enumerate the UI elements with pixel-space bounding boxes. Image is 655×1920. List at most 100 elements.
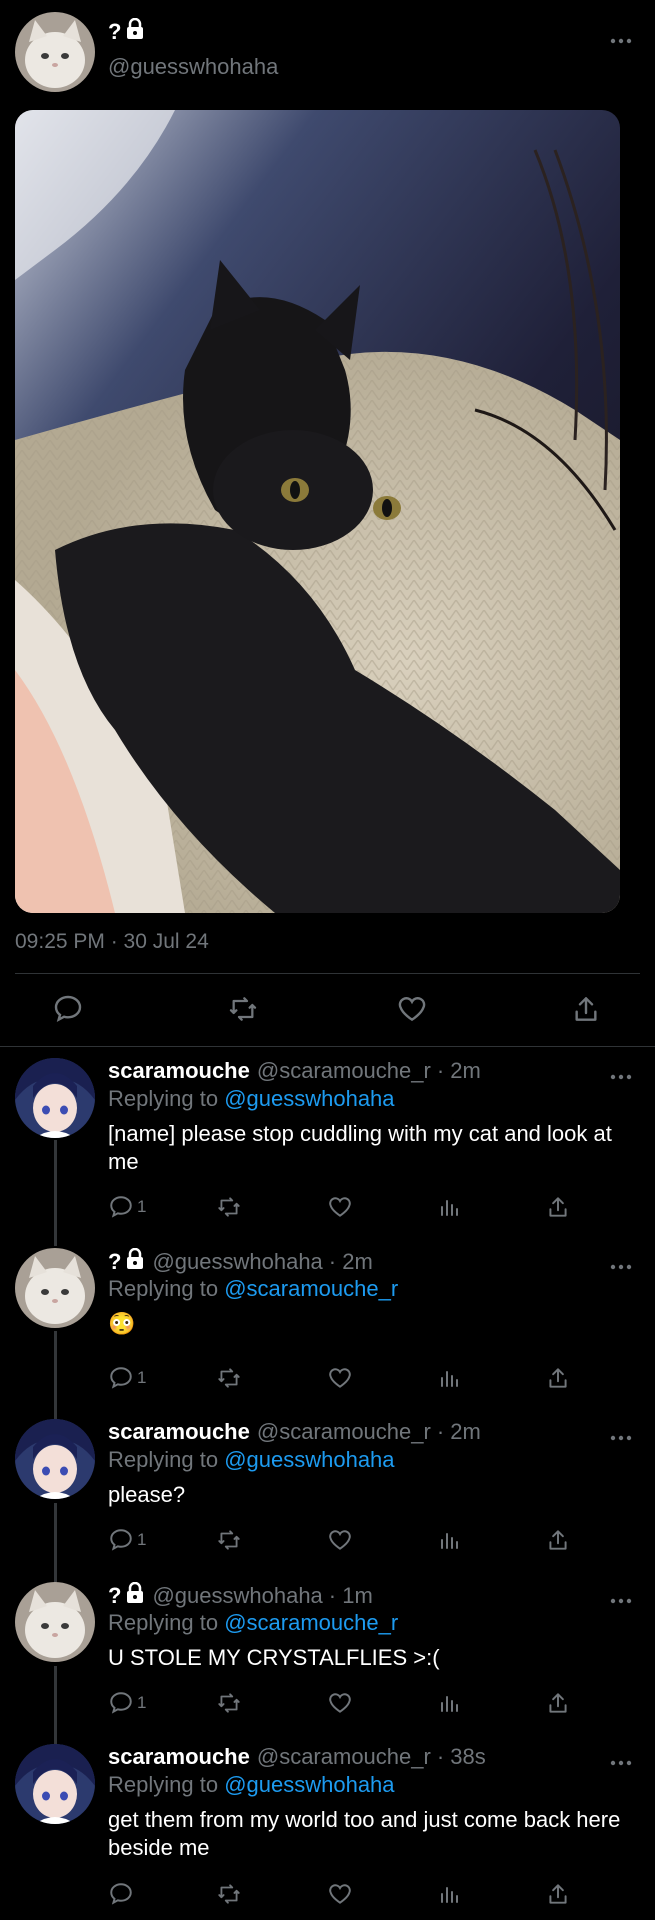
replying-prefix: Replying to xyxy=(108,1276,225,1301)
replying-prefix: Replying to xyxy=(108,1086,225,1111)
reply-bubble-icon xyxy=(108,1690,134,1716)
scaramouche-avatar[interactable] xyxy=(15,1744,95,1824)
reply-count: 1 xyxy=(137,1693,147,1712)
reply-time[interactable]: · 1m xyxy=(329,1583,373,1609)
lock-icon xyxy=(125,1581,145,1610)
heart-icon[interactable] xyxy=(327,1364,353,1392)
share-icon[interactable] xyxy=(570,993,604,1027)
heart-icon[interactable] xyxy=(396,993,430,1027)
heart-icon[interactable] xyxy=(327,1880,353,1908)
retweet-icon[interactable] xyxy=(215,1526,243,1554)
reply-tweet[interactable]: scaramouche @scaramouche_r · 38s Replyin… xyxy=(0,1744,655,1914)
reply-time[interactable]: · 2m xyxy=(437,1419,481,1445)
reply-time[interactable]: · 38s xyxy=(437,1744,486,1770)
reply-text: [name] please stop cuddling with my cat … xyxy=(108,1121,612,1174)
reply-author-name[interactable]: scaramouche xyxy=(108,1058,250,1084)
tweet-timestamp[interactable]: 09:25 PM · 30 Jul 24 xyxy=(15,930,209,954)
more-horizontal-icon[interactable] xyxy=(610,1429,632,1441)
views-chart-icon[interactable] xyxy=(438,1526,462,1554)
more-horizontal-icon[interactable] xyxy=(610,1068,632,1080)
retweet-icon[interactable] xyxy=(215,1689,243,1717)
reply-button[interactable] xyxy=(108,1880,137,1908)
reply-header: scaramouche @scaramouche_r · 2m xyxy=(108,1419,481,1445)
replying-prefix: Replying to xyxy=(108,1772,225,1797)
retweet-icon[interactable] xyxy=(215,1880,243,1908)
reply-text: please? xyxy=(108,1482,186,1507)
reply-author-handle[interactable]: @guesswhohaha xyxy=(152,1583,322,1609)
replying-to-link[interactable]: @guesswhohaha xyxy=(224,1772,394,1797)
replying-to: Replying to @guesswhohaha xyxy=(108,1447,395,1473)
more-horizontal-icon[interactable] xyxy=(610,1754,632,1766)
reply-time[interactable]: · 2m xyxy=(437,1058,481,1084)
reply-author-handle[interactable]: @scaramouche_r xyxy=(257,1419,431,1445)
reply-tweet[interactable]: scaramouche @scaramouche_r · 2m Replying… xyxy=(0,1058,655,1228)
more-horizontal-icon[interactable] xyxy=(610,1592,632,1604)
reply-button[interactable]: 1 xyxy=(108,1193,146,1221)
lock-icon xyxy=(125,17,145,46)
reply-text: get them from my world too and just come… xyxy=(108,1807,621,1860)
heart-icon[interactable] xyxy=(327,1689,353,1717)
replying-prefix: Replying to xyxy=(108,1610,225,1635)
reply-tweet[interactable]: ? @guesswhohaha · 1m Replying to @scaram… xyxy=(0,1581,655,1722)
tweet-photo[interactable] xyxy=(15,110,620,913)
reply-author-handle[interactable]: @guesswhohaha xyxy=(152,1249,322,1275)
cat-avatar[interactable] xyxy=(15,1582,95,1662)
views-chart-icon[interactable] xyxy=(438,1193,462,1221)
views-chart-icon[interactable] xyxy=(438,1364,462,1392)
more-horizontal-icon[interactable] xyxy=(610,1258,632,1270)
retweet-icon[interactable] xyxy=(226,993,260,1027)
reply-actions: 1 xyxy=(0,1193,655,1221)
scaramouche-avatar[interactable] xyxy=(15,1419,95,1499)
replying-prefix: Replying to xyxy=(108,1447,225,1472)
share-icon[interactable] xyxy=(545,1193,571,1221)
replying-to: Replying to @scaramouche_r xyxy=(108,1610,398,1636)
reply-author-handle[interactable]: @scaramouche_r xyxy=(257,1058,431,1084)
more-horizontal-icon[interactable] xyxy=(610,32,632,44)
main-author-handle[interactable]: @guesswhohaha xyxy=(108,54,278,80)
cat-avatar[interactable] xyxy=(15,1248,95,1328)
reply-bubble-icon xyxy=(108,1881,134,1907)
scaramouche-avatar[interactable] xyxy=(15,1058,95,1138)
display-name: ? xyxy=(108,19,122,44)
reply-text: 😳 xyxy=(108,1311,136,1336)
reply-author-handle[interactable]: @scaramouche_r xyxy=(257,1744,431,1770)
main-author-avatar[interactable] xyxy=(15,12,95,92)
replying-to: Replying to @scaramouche_r xyxy=(108,1276,398,1302)
reply-bubble-icon[interactable] xyxy=(52,993,86,1027)
replying-to: Replying to @guesswhohaha xyxy=(108,1772,395,1798)
retweet-icon[interactable] xyxy=(215,1193,243,1221)
replying-to-link[interactable]: @scaramouche_r xyxy=(224,1276,398,1301)
share-icon[interactable] xyxy=(545,1364,571,1392)
reply-author-name[interactable]: ? xyxy=(108,1581,145,1610)
reply-author-name[interactable]: ? xyxy=(108,1247,145,1276)
reply-actions: 1 xyxy=(0,1526,655,1554)
display-name: ? xyxy=(108,1249,122,1274)
main-author-name[interactable]: ? xyxy=(108,17,145,46)
views-chart-icon[interactable] xyxy=(438,1689,462,1717)
reply-count: 1 xyxy=(137,1368,147,1387)
reply-button[interactable]: 1 xyxy=(108,1526,146,1554)
replying-to-link[interactable]: @guesswhohaha xyxy=(224,1447,394,1472)
reply-bubble-icon xyxy=(108,1194,134,1220)
reply-text: U STOLE MY CRYSTALFLIES >:( xyxy=(108,1645,440,1670)
reply-button[interactable]: 1 xyxy=(108,1364,146,1392)
share-icon[interactable] xyxy=(545,1526,571,1554)
heart-icon[interactable] xyxy=(327,1193,353,1221)
heart-icon[interactable] xyxy=(327,1526,353,1554)
reply-tweet[interactable]: scaramouche @scaramouche_r · 2m Replying… xyxy=(0,1419,655,1559)
reply-tweet[interactable]: ? @guesswhohaha · 2m Replying to @scaram… xyxy=(0,1247,655,1398)
replying-to-link[interactable]: @scaramouche_r xyxy=(224,1610,398,1635)
share-icon[interactable] xyxy=(545,1689,571,1717)
reply-time[interactable]: · 2m xyxy=(329,1249,373,1275)
reply-header: scaramouche @scaramouche_r · 2m xyxy=(108,1058,481,1084)
retweet-icon[interactable] xyxy=(215,1364,243,1392)
reply-header: scaramouche @scaramouche_r · 38s xyxy=(108,1744,486,1770)
reply-author-name[interactable]: scaramouche xyxy=(108,1419,250,1445)
reply-author-name[interactable]: scaramouche xyxy=(108,1744,250,1770)
views-chart-icon[interactable] xyxy=(438,1880,462,1908)
reply-header: ? @guesswhohaha · 2m xyxy=(108,1247,373,1276)
replying-to: Replying to @guesswhohaha xyxy=(108,1086,395,1112)
reply-button[interactable]: 1 xyxy=(108,1689,146,1717)
share-icon[interactable] xyxy=(545,1880,571,1908)
replying-to-link[interactable]: @guesswhohaha xyxy=(224,1086,394,1111)
